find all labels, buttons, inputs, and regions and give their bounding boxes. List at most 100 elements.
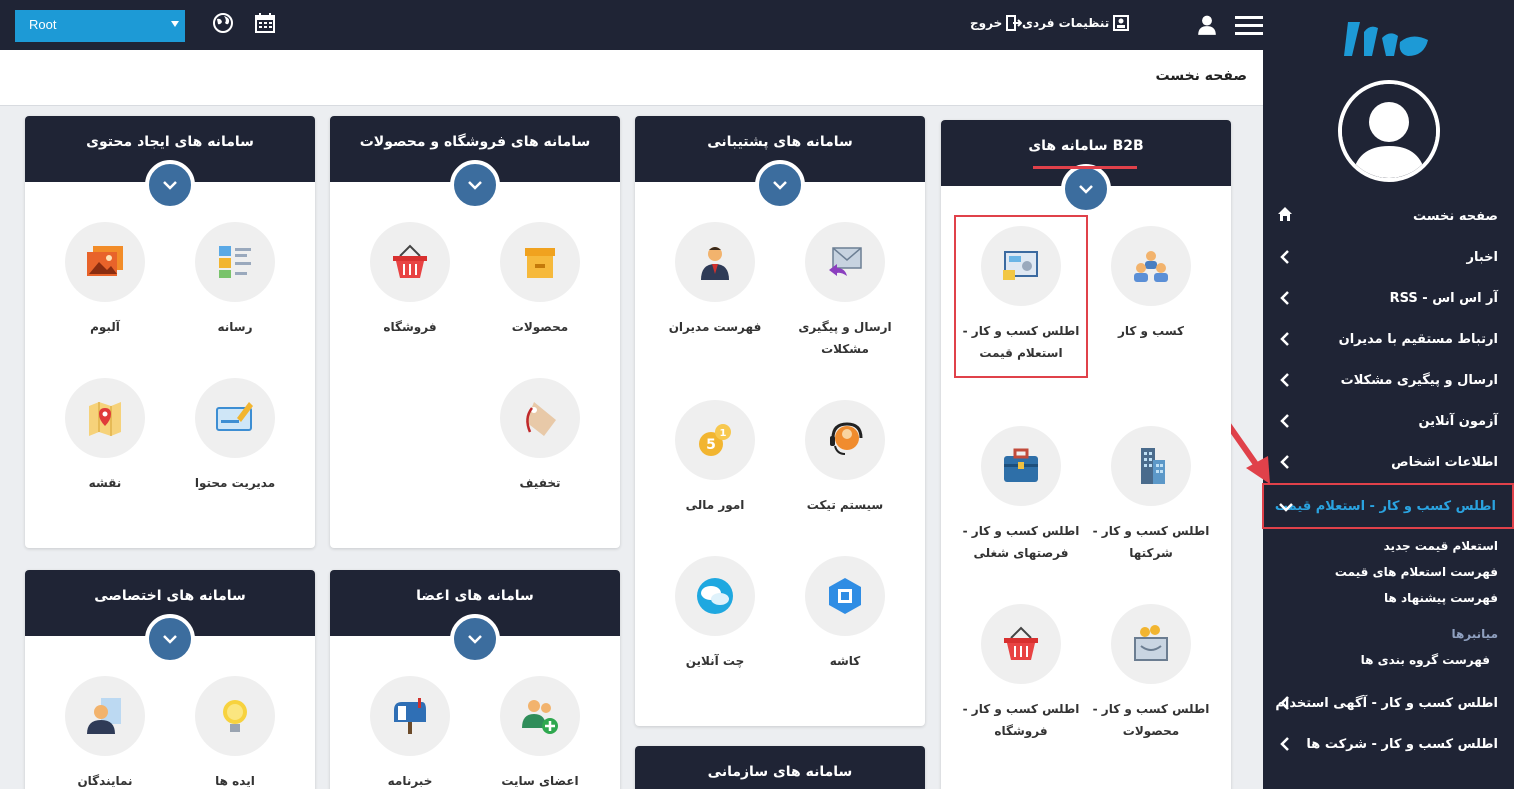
tile-products[interactable]: اطلس کسب و کار - محصولات [1086,604,1216,742]
calendar-icon[interactable] [254,12,276,34]
tile-job-opportunities[interactable]: اطلس کسب و کار - فرصتهای شغلی [956,426,1086,564]
settings-link[interactable]: تنظیمات فردی [1022,15,1130,31]
card-toggle-button[interactable] [145,614,195,664]
representative-icon [87,698,121,734]
sidebar-item-label: آزمون آنلاین [1418,414,1498,429]
sidebar-item-news[interactable]: اخبار [1263,237,1514,278]
breadcrumb-title: صفحه نخست [1155,68,1247,84]
sidebar-item-price-inquiry[interactable]: اطلس کسب و کار - استعلام قیمت [1262,483,1514,529]
card-header: سامانه های اعضا [330,570,620,664]
manager-icon [701,247,729,280]
tile-finance[interactable]: 51 امور مالی [650,400,780,516]
card-toggle-button[interactable] [450,614,500,664]
globe-icon[interactable] [212,12,234,34]
sidebar-item-contact-managers[interactable]: ارتباط مستقیم با مدیران [1263,319,1514,360]
envelope-reply-icon [829,247,862,276]
card-organizational: سامانه های سازمانی [635,746,925,789]
root-select-value: Root [29,17,57,32]
brand-logo [1344,22,1428,56]
sidebar-item-label: اطلس کسب و کار - آگهی استخدام [1275,696,1498,711]
tile-label: اطلس کسب و کار - فروشگاه [962,702,1080,738]
sidebar-item-label: ارسال و پیگیری مشکلات [1340,373,1498,388]
chip-icon [829,578,861,614]
tile-site-members[interactable]: اعضای سایت [475,676,605,789]
tile-label: فروشگاه [383,320,437,334]
tile-map[interactable]: نقشه [40,378,170,494]
svg-text:1: 1 [720,428,727,439]
tile-kashe[interactable]: کاشه [780,556,910,672]
chevron-left-icon [1280,737,1289,751]
sidebar-item-label: اخبار [1466,250,1499,265]
root-select[interactable]: Root [15,10,185,42]
card-title: سامانه های فروشگاه و محصولات [359,134,591,150]
tile-newsletter[interactable]: خبرنامه [345,676,475,789]
card-header: سامانه های ایجاد محتوی [25,116,315,210]
tile-media[interactable]: رسانه [170,222,300,338]
card-toggle-button[interactable] [145,160,195,210]
card-header: سامانه های اختصاصی [25,570,315,664]
chevron-left-icon [1280,291,1289,305]
submenu-item-inquiry-list[interactable]: فهرست استعلام های قیمت [1279,559,1498,585]
basket-icon [393,244,427,278]
tile-album[interactable]: آلبوم [40,222,170,338]
mailbox-icon [394,698,426,734]
sidebar-item-rss[interactable]: آر اس اس - RSS [1263,278,1514,319]
tile-discount[interactable]: تخفیف [475,378,605,494]
chevron-down-icon [1279,503,1293,512]
tile-business[interactable]: کسب و کار [1086,226,1216,342]
home-icon [1278,207,1292,221]
sidebar-item-issues[interactable]: ارسال و پیگیری مشکلات [1263,360,1514,401]
tile-issue-tracking[interactable]: ارسال و پیگیری مشکلات [780,222,910,360]
sidebar-item-online-exam[interactable]: آزمون آنلاین [1263,401,1514,442]
chevron-down-icon [163,181,177,190]
submenu-item-groups-list[interactable]: فهرست گروه بندی ها [1279,647,1498,673]
chat-icon [697,578,733,614]
card-title: سامانه های اختصاصی [94,588,246,604]
sidebar-item-label: اطلس کسب و کار - شرکت ها [1306,737,1498,752]
card-members: سامانه های اعضا اعضای سایت خبرنامه [330,570,620,789]
submenu-item-offers-list[interactable]: فهرست پیشنهاد ها [1279,585,1498,611]
card-header: سامانه های پشتیبانی [635,116,925,210]
card-toggle-button[interactable] [450,160,500,210]
sidebar-item-people[interactable]: اطلاعات اشخاص [1263,442,1514,483]
user-avatar[interactable] [1338,80,1440,182]
tile-label: امور مالی [685,498,745,512]
card-header: سامانه های B2B [941,120,1231,214]
media-icon [219,246,251,278]
sidebar-item-home[interactable]: صفحه نخست [1263,196,1514,237]
tile-shop[interactable]: اطلس کسب و کار - فروشگاه [956,604,1086,742]
user-icon[interactable] [1196,14,1218,36]
sidebar-item-job-ads[interactable]: اطلس کسب و کار - آگهی استخدام [1263,683,1514,724]
caret-down-icon [171,21,179,27]
basket-icon [1004,626,1038,660]
sidebar-item-label: آر اس اس - RSS [1389,291,1498,306]
card-title: سامانه های سازمانی [707,764,853,780]
tile-products[interactable]: محصولات [475,222,605,338]
album-icon [87,246,123,276]
edit-content-icon [216,402,253,431]
tile-label: اعضای سایت [501,774,579,788]
tile-label: ارسال و پیگیری مشکلات [798,320,892,356]
card-title: سامانه های ایجاد محتوی [86,134,254,150]
tile-label: تخفیف [519,476,561,490]
tile-label: خبرنامه [387,774,433,788]
hamburger-menu-icon[interactable] [1235,14,1263,36]
team-icon [1134,251,1168,282]
chevron-left-icon [1280,455,1289,469]
tile-managers-list[interactable]: فهرست مدیران [650,222,780,338]
card-private: سامانه های اختصاصی ایده ها نمایندگان [25,570,315,789]
tile-content-management[interactable]: مدیریت محتوا [170,378,300,494]
card-toggle-button[interactable] [755,160,805,210]
tile-shop[interactable]: فروشگاه [345,222,475,338]
tile-label: اطلس کسب و کار - شرکتها [1092,524,1210,560]
logout-link[interactable]: خروج [970,15,1023,31]
sidebar-item-companies[interactable]: اطلس کسب و کار - شرکت ها [1263,724,1514,765]
card-toggle-button[interactable] [1061,164,1111,214]
sidebar-item-label: ارتباط مستقیم با مدیران [1338,332,1498,347]
tile-representatives[interactable]: نمایندگان [40,676,170,789]
tile-ticket-system[interactable]: سیستم تیکت [780,400,910,516]
tile-online-chat[interactable]: چت آنلاین [650,556,780,672]
tile-ideas[interactable]: ایده ها [170,676,300,789]
submenu-item-new-inquiry[interactable]: استعلام قیمت جدید [1279,533,1498,559]
tile-companies[interactable]: اطلس کسب و کار - شرکتها [1086,426,1216,564]
